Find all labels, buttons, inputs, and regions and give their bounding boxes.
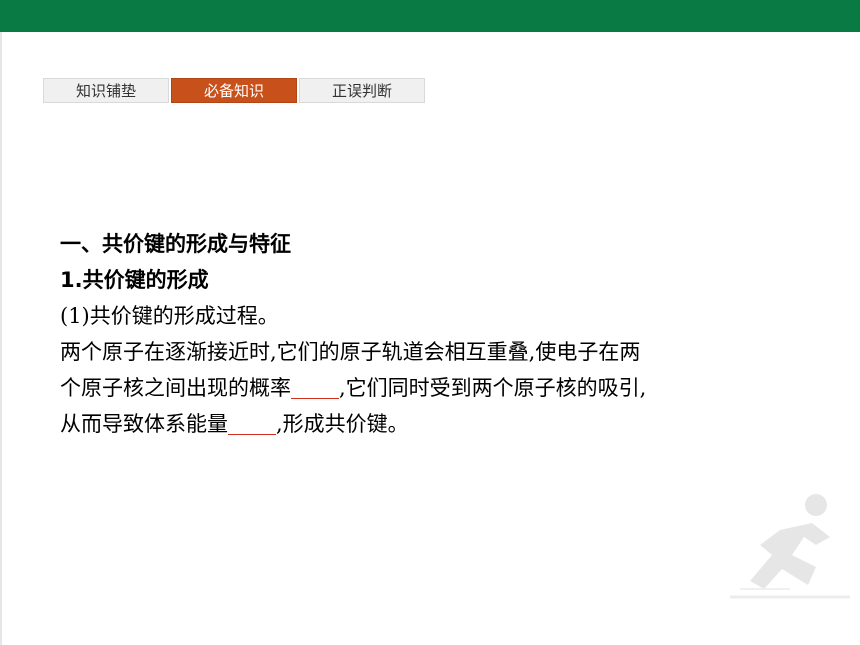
fill-blank-2[interactable] bbox=[228, 412, 276, 435]
paragraph-line-1: 两个原子在逐渐接近时,它们的原子轨道会相互重叠,使电子在两 bbox=[60, 340, 641, 364]
runner-silhouette-icon bbox=[730, 494, 850, 599]
line2-text-b: ,它们同时受到两个原子核的吸引, bbox=[339, 376, 647, 400]
section-title: 一、共价键的形成与特征 bbox=[60, 232, 291, 256]
lesson-content: 一、共价键的形成与特征 1.共价键的形成 (1)共价键的形成过程。 两个原子在逐… bbox=[60, 226, 800, 442]
fill-blank-1[interactable] bbox=[291, 376, 339, 399]
subsection-number: 1 bbox=[60, 268, 75, 292]
tab-knowledge-foundation[interactable]: 知识铺垫 bbox=[43, 78, 169, 103]
paragraph-line-2: 个原子核之间出现的概率 ,它们同时受到两个原子核的吸引, bbox=[60, 370, 800, 406]
line2-text-a: 个原子核之间出现的概率 bbox=[60, 376, 291, 400]
item-label: (1)共价键的形成过程。 bbox=[60, 304, 279, 328]
subsection-title: 1.共价键的形成 bbox=[60, 262, 800, 298]
left-rule bbox=[0, 32, 2, 645]
tab-bar: 知识铺垫 必备知识 正误判断 bbox=[43, 78, 425, 103]
top-bar bbox=[0, 0, 860, 32]
tab-true-false[interactable]: 正误判断 bbox=[299, 78, 425, 103]
tab-essential-knowledge[interactable]: 必备知识 bbox=[171, 78, 297, 103]
line3-text-b: ,形成共价键。 bbox=[276, 412, 409, 436]
subsection-text: .共价键的形成 bbox=[74, 268, 209, 292]
line3-text-a: 从而导致体系能量 bbox=[60, 412, 228, 436]
paragraph-line-3: 从而导致体系能量 ,形成共价键。 bbox=[60, 406, 800, 442]
